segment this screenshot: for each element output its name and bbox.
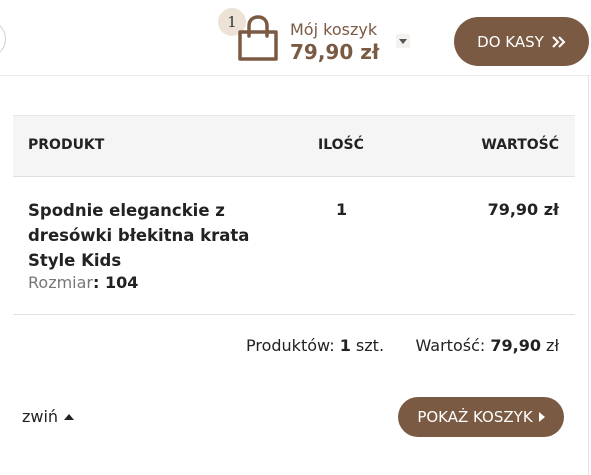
column-header-value: WARTOŚĆ [481, 137, 559, 153]
summary-value-currency: zł [540, 336, 559, 355]
cart-total[interactable]: 79,90 zł [290, 40, 379, 64]
panel-border [588, 75, 589, 475]
product-size: Rozmiar: 104 [28, 273, 138, 292]
cart-label[interactable]: Mój koszyk [290, 20, 377, 39]
summary-value-amount: 79,90 [490, 336, 541, 355]
product-value: 79,90 zł [487, 200, 559, 219]
product-name-link[interactable]: Spodnie eleganckie z dresówki błekitna k… [28, 198, 278, 273]
collapse-link[interactable]: zwiń [22, 407, 75, 426]
checkout-button-label: DO KASY [477, 32, 544, 51]
summary-value: Wartość: 79,90 zł [416, 336, 560, 355]
column-header-product: PRODUKT [28, 137, 105, 153]
double-chevron-right-icon [552, 35, 566, 48]
caret-right-icon [538, 412, 545, 422]
column-header-quantity: ILOŚĆ [318, 137, 364, 153]
summary-products-unit: szt. [350, 336, 385, 355]
product-quantity: 1 [336, 200, 348, 219]
summary-products-label: Produktów: [246, 336, 340, 355]
summary-value-label: Wartość: [415, 336, 491, 355]
summary-products: Produktów: 1 szt. [246, 336, 384, 355]
caret-down-icon[interactable] [396, 34, 410, 48]
summary-products-count: 1 [339, 336, 351, 355]
divider [13, 314, 575, 315]
size-value: : 104 [93, 273, 139, 292]
collapse-label: zwiń [22, 407, 59, 426]
show-cart-button[interactable]: POKAŻ KOSZYK [398, 397, 564, 437]
shopping-bag-icon[interactable] [236, 14, 280, 62]
caret-up-icon [64, 413, 75, 420]
show-cart-label: POKAŻ KOSZYK [417, 408, 533, 426]
checkout-button[interactable]: DO KASY [454, 17, 589, 66]
size-label: Rozmiar [28, 273, 93, 292]
partial-circle-button[interactable] [0, 20, 6, 58]
